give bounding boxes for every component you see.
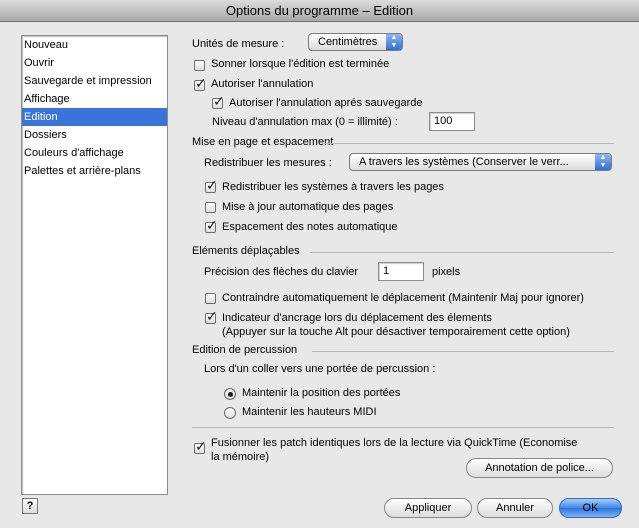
layout-section-title: Mise en page et espacement [192, 136, 334, 148]
keep-staff-radio[interactable] [224, 388, 236, 400]
sidebar-item-couleurs[interactable]: Couleurs d'affichage [22, 144, 167, 162]
auto-update-label: Mise à jour automatique des pages [222, 201, 394, 213]
paste-label: Lors d'un coller vers une portée de perc… [204, 363, 436, 375]
undo-label: Autoriser l'annulation [211, 78, 314, 90]
sidebar-item-nouveau[interactable]: Nouveau [22, 36, 167, 54]
anchor-checkbox[interactable]: ✓ [205, 309, 218, 324]
apply-button[interactable]: Appliquer [384, 498, 472, 518]
sidebar-item-ouvrir[interactable]: Ouvrir [22, 54, 167, 72]
rebar-value: A travers les systèmes (Conserver le ver… [359, 156, 569, 168]
sidebar-item-edition[interactable]: Edition [22, 108, 167, 126]
undo-level-field[interactable]: 100 [429, 112, 475, 131]
section-divider [192, 427, 614, 428]
category-list[interactable]: Nouveau Ouvrir Sauvegarde et impression … [21, 35, 168, 495]
ok-button[interactable]: OK [559, 498, 622, 518]
section-divider [312, 351, 614, 352]
undo-checkbox[interactable]: ✓ [194, 76, 207, 91]
popup-arrows-icon: ▲ ▼ [595, 154, 611, 170]
sound-checkbox[interactable] [194, 60, 205, 71]
reflow-systems-checkbox[interactable]: ✓ [205, 178, 218, 193]
units-value: Centimètres [318, 36, 378, 48]
anchor-label-line1: Indicateur d'ancrage lors du déplacement… [222, 312, 492, 324]
sidebar-item-affichage[interactable]: Affichage [22, 90, 167, 108]
units-popup[interactable]: Centimètres ▲ ▼ [308, 33, 403, 51]
constrain-checkbox[interactable] [205, 293, 216, 304]
keep-midi-radio[interactable] [224, 407, 236, 419]
anchor-label-line2: (Appuyer sur la touche Alt pour désactiv… [222, 326, 570, 338]
rebar-popup[interactable]: A travers les systèmes (Conserver le ver… [349, 153, 612, 171]
window-title: Options du programme – Edition [0, 0, 639, 22]
auto-spacing-checkbox[interactable]: ✓ [205, 218, 218, 233]
arrow-precision-label: Précision des flèches du clavier [204, 266, 359, 278]
rebar-label: Redistribuer les mesures : [204, 157, 332, 169]
arrow-precision-unit: pixels [432, 266, 461, 278]
help-button[interactable]: ? [22, 498, 38, 514]
keep-staff-label: Maintenir la position des portées [242, 387, 401, 399]
undo-after-save-label: Autoriser l'annulation aprés sauvegarde [229, 97, 423, 109]
sidebar-item-sauvegarde[interactable]: Sauvegarde et impression [22, 72, 167, 90]
percussion-section-title: Edition de percussion [192, 344, 298, 356]
cancel-button[interactable]: Annuler [477, 498, 553, 518]
quicktime-label-line1: Fusionner les patch identiques lors de l… [211, 437, 578, 449]
quicktime-merge-checkbox[interactable]: ✓ [194, 439, 207, 454]
sidebar-item-dossiers[interactable]: Dossiers [22, 126, 167, 144]
sidebar-item-palettes[interactable]: Palettes et arrière-plans [22, 162, 167, 180]
auto-update-checkbox[interactable] [205, 202, 216, 213]
section-divider [310, 252, 614, 253]
dialog-content: Nouveau Ouvrir Sauvegarde et impression … [0, 22, 639, 528]
checkmark-icon: ✓ [206, 177, 218, 193]
checkmark-icon: ✓ [195, 438, 207, 454]
units-label: Unités de mesure : [192, 38, 285, 50]
popup-arrows-icon: ▲ ▼ [386, 34, 402, 50]
quicktime-label-line2: la mémoire) [211, 451, 270, 463]
font-annotation-button[interactable]: Annotation de police... [466, 458, 613, 478]
reflow-systems-label: Redistribuer les systèmes à travers les … [222, 181, 444, 193]
keep-midi-label: Maintenir les hauteurs MIDI [242, 406, 377, 418]
auto-spacing-label: Espacement des notes automatique [222, 221, 398, 233]
sound-label: Sonner lorsque l'édition est terminée [211, 58, 390, 70]
checkmark-icon: ✓ [206, 217, 218, 233]
constrain-label: Contraindre automatiquement le déplaceme… [222, 292, 584, 304]
radio-dot-icon [227, 391, 233, 397]
section-divider [322, 143, 614, 144]
checkmark-icon: ✓ [195, 75, 207, 91]
arrow-precision-field[interactable]: 1 [378, 262, 424, 281]
undo-level-label: Niveau d'annulation max (0 = illimité) : [212, 116, 398, 128]
movable-section-title: Eléments déplaçables [192, 245, 300, 257]
checkmark-icon: ✓ [213, 93, 225, 109]
undo-after-save-checkbox[interactable]: ✓ [212, 94, 225, 109]
checkmark-icon: ✓ [206, 308, 218, 324]
